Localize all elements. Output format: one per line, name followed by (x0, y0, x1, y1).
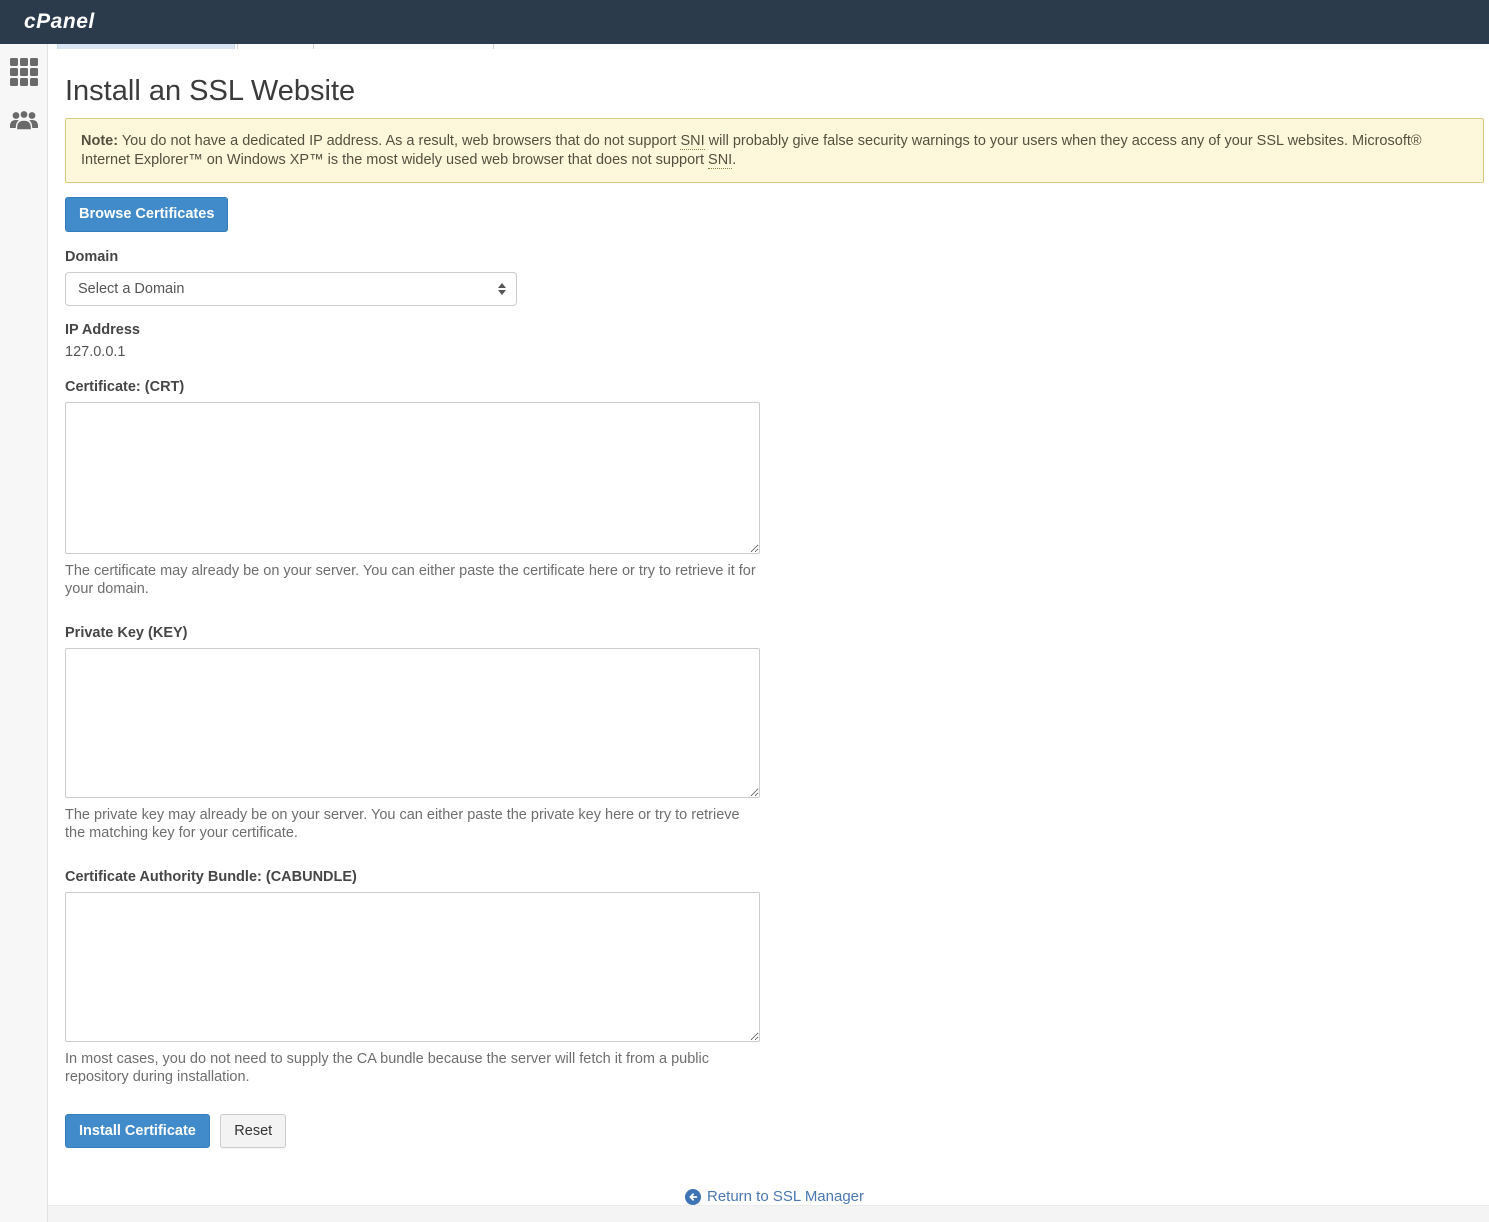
note-label: Note: (81, 133, 118, 149)
domain-select-value: Select a Domain (66, 273, 516, 305)
domain-label: Domain (65, 249, 1484, 265)
note-text: . (732, 152, 736, 168)
domain-select[interactable]: Select a Domain (65, 272, 517, 306)
ip-address-group: IP Address 127.0.0.1 (65, 322, 1484, 360)
apps-grid-icon[interactable] (10, 58, 38, 86)
sni-warning-note: Note: You do not have a dedicated IP add… (65, 118, 1484, 183)
private-key-textarea[interactable] (65, 648, 760, 798)
footer-strip (48, 1205, 1489, 1222)
cpanel-logo[interactable]: cPanel (24, 0, 95, 44)
private-key-help-text: The private key may already be on your s… (65, 806, 757, 842)
private-key-group: Private Key (KEY) The private key may al… (65, 625, 1484, 842)
icon-sidebar (0, 44, 48, 1222)
return-to-ssl-manager-link[interactable]: Return to SSL Manager (685, 1188, 864, 1205)
install-certificate-button[interactable]: Install Certificate (65, 1114, 210, 1149)
private-key-label: Private Key (KEY) (65, 625, 1484, 641)
ip-address-label: IP Address (65, 322, 1484, 338)
certificate-label: Certificate: (CRT) (65, 379, 1484, 395)
ca-bundle-group: Certificate Authority Bundle: (CABUNDLE)… (65, 869, 1484, 1086)
certificate-textarea[interactable] (65, 402, 760, 554)
sni-term[interactable]: SNI (708, 152, 732, 169)
reset-button[interactable]: Reset (220, 1114, 286, 1149)
page-title: Install an SSL Website (65, 75, 1484, 108)
ca-bundle-help-text: In most cases, you do not need to supply… (65, 1050, 757, 1086)
ca-bundle-textarea[interactable] (65, 892, 760, 1042)
user-groups-icon[interactable] (9, 108, 39, 139)
note-text: You do not have a dedicated IP address. … (118, 133, 680, 149)
return-link-label: Return to SSL Manager (707, 1188, 864, 1205)
certificate-help-text: The certificate may already be on your s… (65, 562, 757, 598)
ip-address-value: 127.0.0.1 (65, 344, 1484, 360)
ca-bundle-label: Certificate Authority Bundle: (CABUNDLE) (65, 869, 1484, 885)
back-circle-arrow-icon (685, 1189, 701, 1205)
top-navbar: cPanel (0, 0, 1489, 44)
domain-group: Domain Select a Domain (65, 249, 1484, 306)
certificate-group: Certificate: (CRT) The certificate may a… (65, 379, 1484, 598)
sni-term[interactable]: SNI (680, 133, 704, 150)
select-stepper-icon (498, 283, 506, 295)
browse-certificates-button[interactable]: Browse Certificates (65, 197, 228, 232)
content-area: Install an SSL Website Note: You do not … (48, 49, 1489, 1222)
form-actions: Install Certificate Reset (65, 1114, 1484, 1149)
